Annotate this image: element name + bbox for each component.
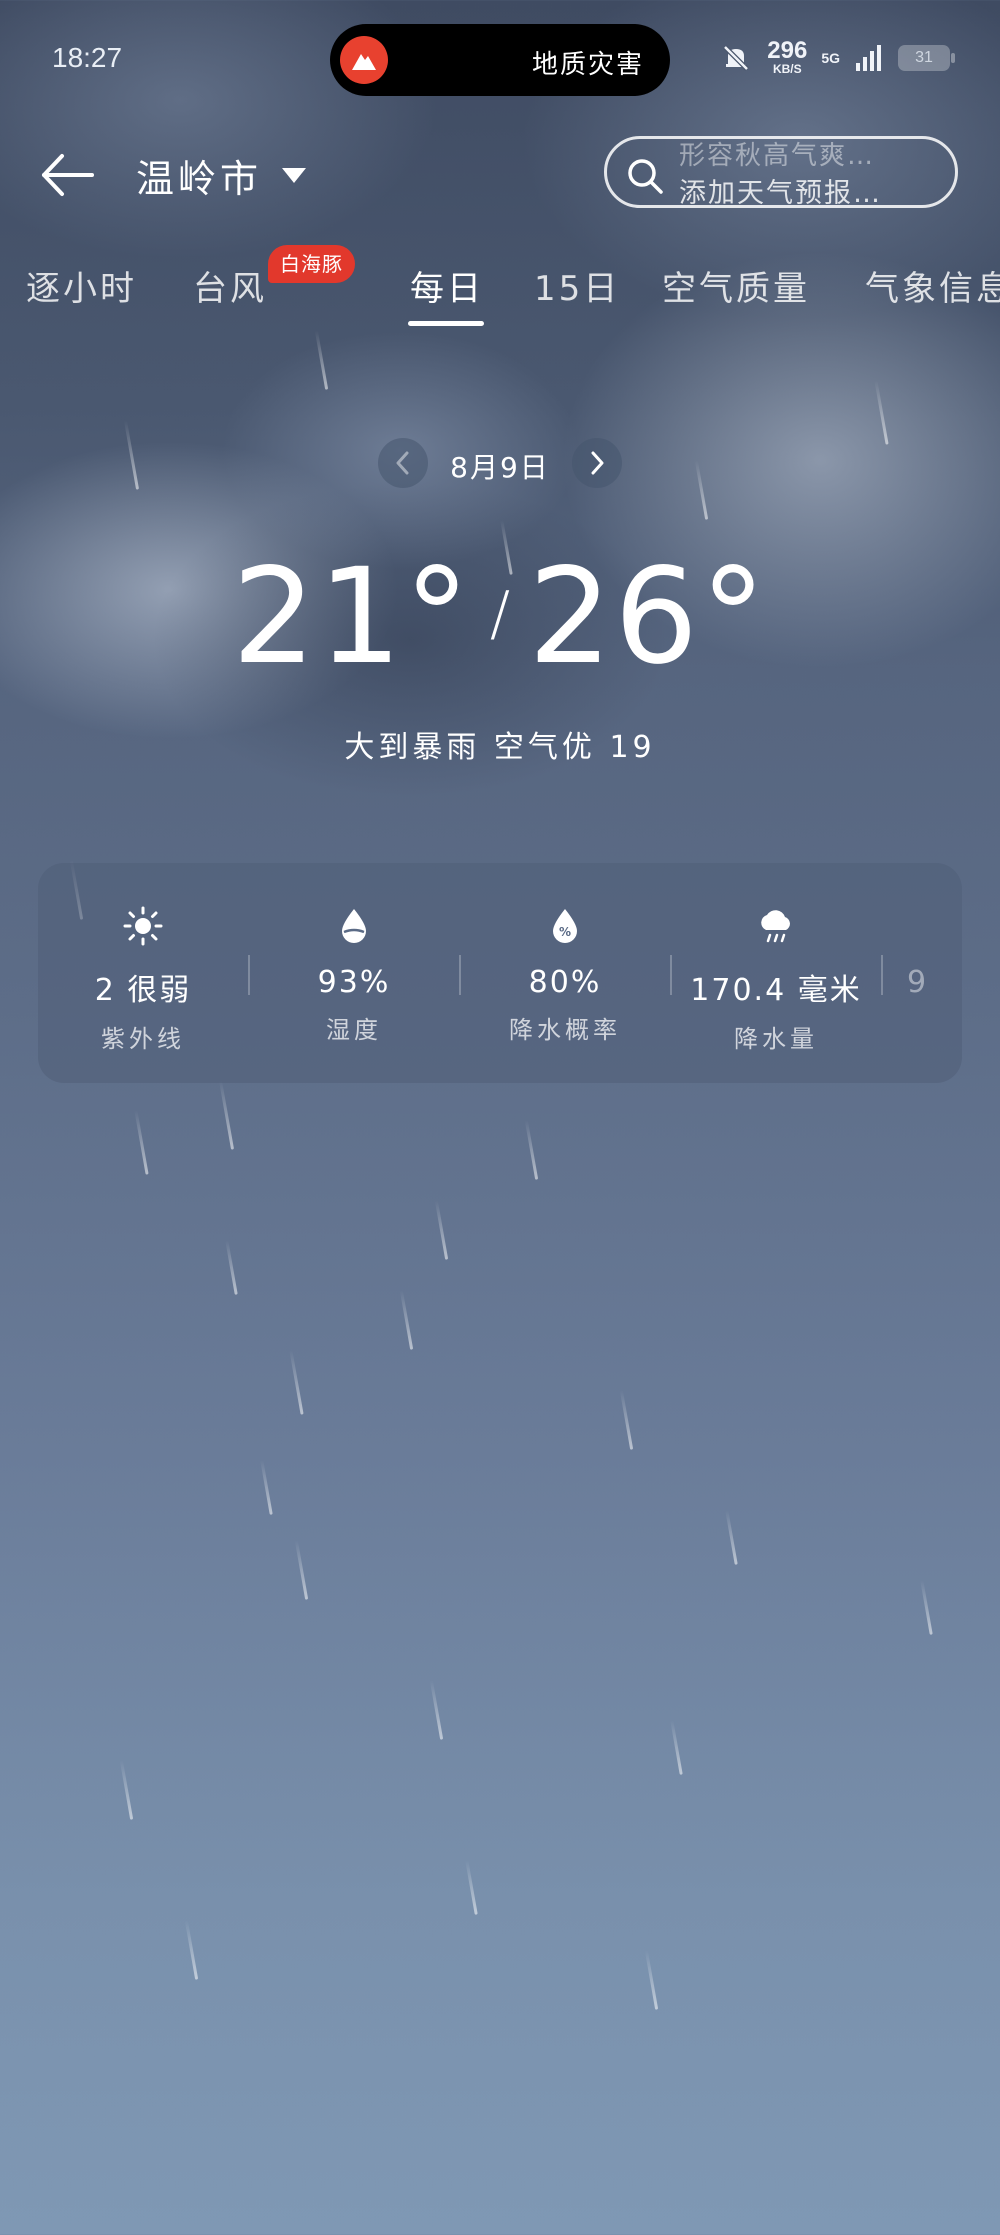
active-tab-indicator <box>408 321 484 326</box>
metric-divider <box>248 955 250 995</box>
date-navigator: 8月9日 <box>378 438 622 488</box>
network-speed: 296 KB/S <box>767 37 808 77</box>
metric-divider <box>881 955 883 995</box>
chevron-right-icon <box>591 451 604 475</box>
tab-typhoon[interactable]: 台风 <box>193 261 267 310</box>
metric-divider <box>670 955 672 995</box>
chevron-left-icon <box>396 451 409 475</box>
tab-daily[interactable]: 每日 <box>410 261 484 310</box>
signal-icon <box>856 45 881 71</box>
precip-probability-value: 80% <box>528 965 602 1000</box>
humidity-metric: 93% 湿度 <box>264 903 444 1045</box>
precip-probability-metric: % 80% 降水概率 <box>475 903 655 1045</box>
humidity-label: 湿度 <box>326 1016 382 1044</box>
uv-value: 2 很弱 <box>94 973 192 1008</box>
tab-15day[interactable]: 15日 <box>534 261 620 310</box>
tab-air-quality[interactable]: 空气质量 <box>662 261 810 310</box>
disaster-alert-pill[interactable]: 地质灾害 <box>330 24 670 96</box>
svg-text:%: % <box>559 925 571 939</box>
precip-amount-value: 170.4 毫米 <box>690 973 862 1008</box>
chevron-down-icon <box>282 168 307 183</box>
weather-metrics-card: 2 很弱 紫外线 93% 湿度 % 80% 降水概率 170.4 毫米 降水量 … <box>38 863 962 1083</box>
humidity-value: 93% <box>317 965 391 1000</box>
mute-bell-icon <box>723 45 750 71</box>
alert-text: 地质灾害 <box>531 50 644 80</box>
prev-day-button[interactable] <box>378 438 428 488</box>
date-label: 8月9日 <box>450 451 550 484</box>
search-box[interactable]: 形容秋高气爽… 添加天气预报… <box>604 136 958 208</box>
tab-weather-info[interactable]: 气象信息 <box>865 261 1000 310</box>
sun-icon <box>123 906 163 946</box>
network-type: 5G <box>821 50 840 66</box>
tab-bar: 逐小时 台风 每日 15日 空气质量 气象信息 <box>0 255 1000 335</box>
back-button[interactable] <box>38 150 98 200</box>
humidity-drop-icon <box>342 909 366 943</box>
next-metric-partial: 9 <box>897 903 962 1000</box>
city-name: 温岭市 <box>136 157 263 201</box>
rain-cloud-icon <box>761 910 790 943</box>
search-icon <box>628 159 663 194</box>
mountain-alert-icon <box>340 36 388 84</box>
battery-indicator: 31 <box>898 45 955 71</box>
high-temperature: 26° <box>528 540 769 694</box>
rain-animation <box>0 0 1000 2235</box>
precip-amount-metric: 170.4 毫米 降水量 <box>686 903 866 1054</box>
search-placeholder-scroll: 形容秋高气爽… <box>679 141 876 171</box>
precip-amount-label: 降水量 <box>734 1025 818 1053</box>
search-placeholder: 添加天气预报… <box>679 178 882 208</box>
status-bar: 18:27 地质灾害 296 KB/S 5G 31 <box>0 0 1000 118</box>
uv-label: 紫外线 <box>101 1025 185 1053</box>
metric-divider <box>459 955 461 995</box>
weather-condition: 大到暴雨 空气优 19 <box>344 730 656 765</box>
next-day-button[interactable] <box>572 438 622 488</box>
low-temperature: 21° <box>231 540 472 694</box>
rain-percent-icon: % <box>553 909 577 943</box>
temperature-separator: / <box>489 579 511 649</box>
system-icons: 296 KB/S 5G 31 <box>719 37 955 78</box>
arrow-left-icon <box>42 154 94 196</box>
precip-probability-label: 降水概率 <box>509 1016 621 1044</box>
tab-hourly[interactable]: 逐小时 <box>26 261 137 310</box>
uv-metric: 2 很弱 紫外线 <box>53 903 233 1054</box>
next-metric-value: 9 <box>907 965 929 1000</box>
typhoon-name-badge: 白海豚 <box>268 245 355 283</box>
city-selector[interactable]: 温岭市 <box>136 148 307 203</box>
temperature-range: 21°/26° <box>0 540 1000 694</box>
status-time: 18:27 <box>52 42 123 73</box>
